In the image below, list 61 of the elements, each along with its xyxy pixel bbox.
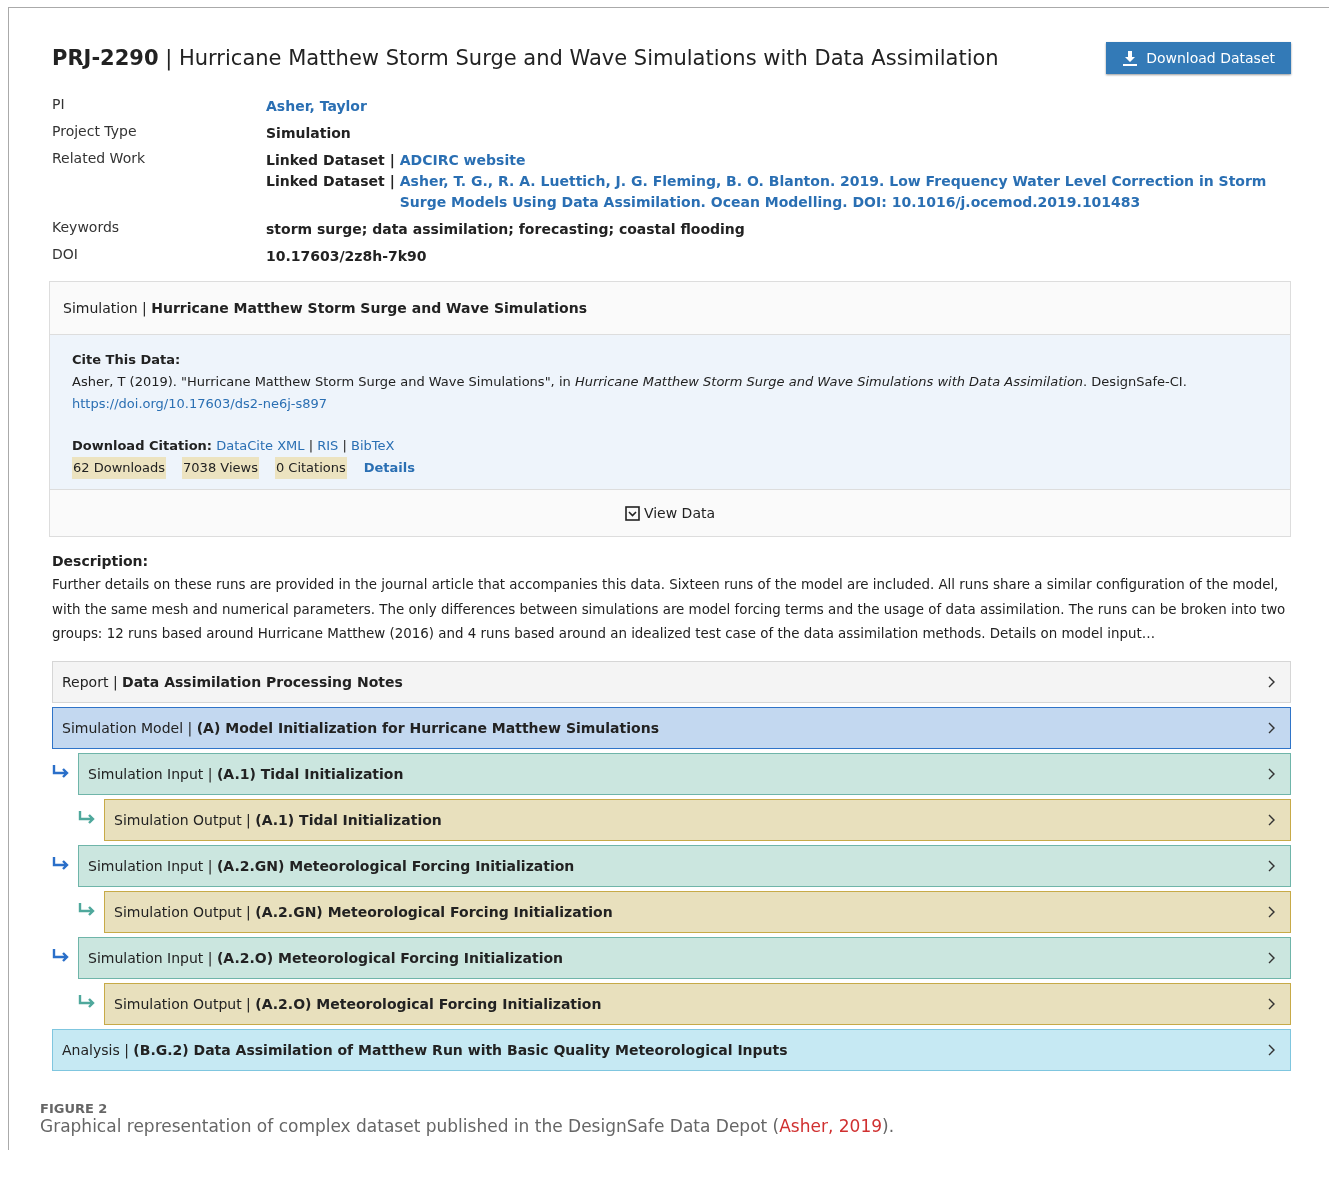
chevron-icon — [1268, 767, 1276, 780]
pi-link[interactable]: Asher, Taylor — [266, 96, 1291, 117]
view-data-button[interactable]: View Data — [618, 504, 722, 522]
chevron-icon — [1268, 859, 1276, 872]
figure-caption: Graphical representation of complex dataset published in the DesignSafe Data Depot (Asher, 2019). — [40, 1115, 896, 1136]
chevron-icon — [1268, 905, 1276, 918]
related-work-link[interactable]: ADCIRC website — [399, 150, 526, 171]
separator: | — [308, 438, 314, 453]
description-text: Further details on these runs are provided in the journal article that accompanies this data. Sixteen runs of the model are included. All runs share a similar configuration of the model, with the same mesh and numerical parameters. The only differences between simulations are model forcing terms and the usage of data assimilation. The runs can be broken into two groups: 12 runs based around Hurricane Matthew (2016) and 4 runs based around an idealized test case of the data assimilation methods. Details on model input… — [52, 576, 1287, 643]
description-heading: Description: — [52, 553, 150, 569]
child-arrow-icon — [52, 947, 70, 962]
metadata-label: Related Work — [52, 150, 147, 168]
child-arrow-icon — [78, 901, 96, 916]
dataset-entry[interactable]: Simulation Input | (A.2.O) Meteorological Forcing Initialization — [78, 936, 1291, 979]
citation-format-link[interactable]: RIS — [317, 438, 339, 453]
metadata-label: Keywords — [52, 219, 121, 237]
citation-text: Asher, T (2019). "Hurricane Matthew Storm Surge and Wave Simulations", in Hurricane Matthew Storm Surge and Wave Simulations with Data Assimilation. DesignSafe-CI. — [72, 374, 1187, 389]
metadata-label: DOI — [52, 246, 79, 264]
related-work-type: Linked Dataset | — [266, 151, 395, 171]
related-work-link[interactable]: Asher, T. G., R. A. Luettich, J. G. Fleming, B. O. Blanton. 2019. Low Frequency Water Level Correction in Storm Surge Models Using Data Assimilation. Ocean Modelling. DOI: 10.1016/j.ocemod.2019.101483 — [399, 171, 1291, 213]
cite-heading: Cite This Data: — [72, 352, 181, 367]
dataset-entry[interactable]: Simulation Input | (A.2.GN) Meteorological Forcing Initialization — [78, 844, 1291, 887]
child-arrow-icon — [78, 993, 96, 1008]
metadata-value: Simulation — [266, 124, 352, 143]
dataset-entry[interactable]: Simulation Output | (A.2.O) Meteorological Forcing Initialization — [104, 982, 1291, 1025]
chevron-icon — [1268, 813, 1276, 826]
metadata-label: Project Type — [52, 123, 138, 141]
dataset-entry[interactable]: Simulation Model | (A) Model Initialization for Hurricane Matthew Simulations — [52, 706, 1291, 749]
chevron-icon — [1268, 721, 1276, 734]
panel-title: Simulation | Hurricane Matthew Storm Surge and Wave Simulations — [63, 300, 587, 316]
details-link[interactable]: Details — [363, 457, 415, 479]
chevron-icon — [1268, 951, 1276, 964]
download-button[interactable]: Download Dataset — [1106, 42, 1291, 74]
metadata-value: storm surge; data assimilation; forecasting; coastal flooding — [266, 220, 746, 239]
child-arrow-icon — [52, 763, 70, 778]
download-icon — [1122, 50, 1139, 66]
citation-link[interactable]: Asher, 2019 — [779, 1115, 882, 1136]
citation-format-link[interactable]: DataCite XML — [216, 438, 305, 453]
stat-badge: 7038 Views — [182, 457, 259, 479]
child-arrow-icon — [52, 855, 70, 870]
separator: | — [342, 438, 347, 453]
child-arrow-icon — [78, 809, 96, 824]
stat-badge: 62 Downloads — [72, 457, 167, 479]
dataset-entry[interactable]: Simulation Input | (A.1) Tidal Initialization — [78, 752, 1291, 795]
doi-link[interactable]: https://doi.org/10.17603/ds2-ne6j-s897 — [72, 393, 1268, 415]
dataset-entry[interactable]: Analysis | (B.G.2) Data Assimilation of Matthew Run with Basic Quality Meteorological Inputs — [52, 1028, 1291, 1071]
chevron-icon — [1268, 997, 1276, 1010]
download-citation-label: Download Citation: — [72, 438, 213, 453]
related-work-type: Linked Dataset | — [266, 172, 395, 192]
metadata-value: 10.17603/2z8h-7k90 — [266, 247, 428, 266]
chevron-icon — [1268, 1043, 1276, 1056]
checkbox-icon — [624, 505, 640, 521]
citation-format-link[interactable]: BibTeX — [350, 438, 395, 453]
figure-label: FIGURE 2 — [40, 1100, 109, 1116]
dataset-entry[interactable]: Simulation Output | (A.1) Tidal Initialization — [104, 798, 1291, 841]
stat-badge: 0 Citations — [274, 457, 347, 479]
chevron-icon — [1268, 675, 1276, 688]
dataset-entry[interactable]: Report | Data Assimilation Processing Notes — [52, 660, 1291, 703]
metadata-label: PI — [52, 96, 66, 114]
dataset-entry[interactable]: Simulation Output | (A.2.GN) Meteorological Forcing Initialization — [104, 890, 1291, 933]
project-title: PRJ-2290 | Hurricane Matthew Storm Surge and Wave Simulations with Data Assimilation — [52, 46, 999, 70]
